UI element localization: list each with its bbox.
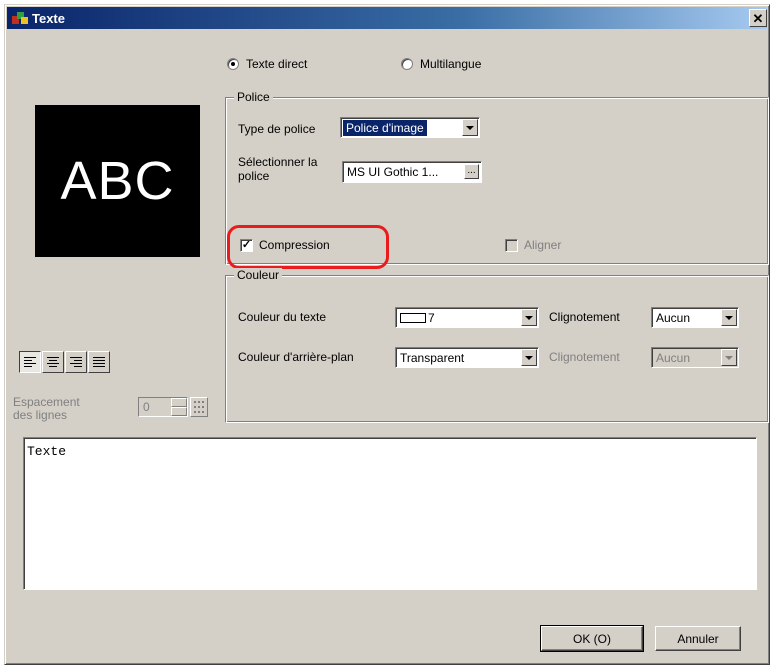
font-name-value: MS UI Gothic 1... [347,165,439,179]
align-center-button[interactable] [42,351,64,373]
font-type-label: Type de police [238,122,316,136]
ok-label: OK (O) [573,631,611,646]
radio-label-direct: Texte direct [246,57,308,71]
chevron-down-icon[interactable] [521,349,537,366]
text-content: Texte [27,444,67,459]
bg-color-value: Transparent [400,350,465,365]
spacing-label-1: Espacement [13,395,80,409]
radio-label-multilangue: Multilangue [420,57,482,71]
checkbox-box [505,238,518,252]
texte-dialog: Texte ✕ Texte direct Multilangue ABC Pol… [4,4,770,665]
radio-multilangue[interactable]: Multilangue [401,57,481,71]
ellipsis-icon: ... [467,165,476,176]
bg-color-select[interactable]: Transparent [395,347,539,368]
radio-icon [227,58,239,70]
radio-icon [401,58,413,70]
align-right-button[interactable] [65,351,87,373]
spacing-label-2: des lignes [13,408,68,422]
grid-icon[interactable] [190,397,208,417]
line-spacing-spinner[interactable]: 0 [138,397,188,417]
app-icon [12,12,28,24]
couleur-group-title: Couleur [234,268,283,282]
aligner-label: Aligner [524,238,562,252]
blink-select-1[interactable]: Aucun [651,307,739,328]
browse-font-button[interactable]: ... [464,164,479,179]
cancel-label: Annuler [677,631,719,646]
police-group-title: Police [234,90,273,104]
align-justify-button[interactable] [88,351,110,373]
close-button[interactable]: ✕ [749,9,767,27]
blink-value-1: Aucun [656,310,691,325]
blink-select-2[interactable]: Aucun [651,347,739,368]
text-content-area[interactable]: Texte [23,437,757,590]
spacing-value: 0 [143,400,150,414]
chevron-down-icon[interactable] [721,349,737,366]
cancel-button[interactable]: Annuler [655,626,741,651]
aligner-checkbox[interactable]: Aligner [505,238,561,252]
title-bar: Texte ✕ [7,7,767,29]
blink-value-2: Aucun [656,350,691,365]
align-left-button[interactable] [19,351,41,373]
blink-label-2: Clignotement [549,350,620,364]
text-preview: ABC [35,105,200,257]
font-type-select[interactable]: Police d'image [340,117,480,138]
spinner-arrows-icon[interactable] [171,398,187,416]
text-color-value: 7 [428,310,435,325]
font-select-label-2: police [238,169,270,183]
blink-label-1: Clignotement [549,310,620,324]
preview-text: ABC [60,151,175,211]
font-type-value: Police d'image [343,119,427,136]
radio-texte-direct[interactable]: Texte direct [227,57,307,71]
chevron-down-icon[interactable] [462,119,478,136]
font-select-label-1: Sélectionner la [238,155,318,169]
ok-button[interactable]: OK (O) [540,625,644,652]
bg-color-label: Couleur d'arrière-plan [238,350,354,364]
text-color-select[interactable]: 7 [395,307,539,328]
chevron-down-icon[interactable] [721,309,737,326]
font-name-field[interactable]: MS UI Gothic 1... ... [342,161,482,183]
color-swatch [400,312,426,323]
compression-highlight-annotation [227,225,389,269]
window-title: Texte [32,10,65,26]
chevron-down-icon[interactable] [521,309,537,326]
text-color-label: Couleur du texte [238,310,327,324]
